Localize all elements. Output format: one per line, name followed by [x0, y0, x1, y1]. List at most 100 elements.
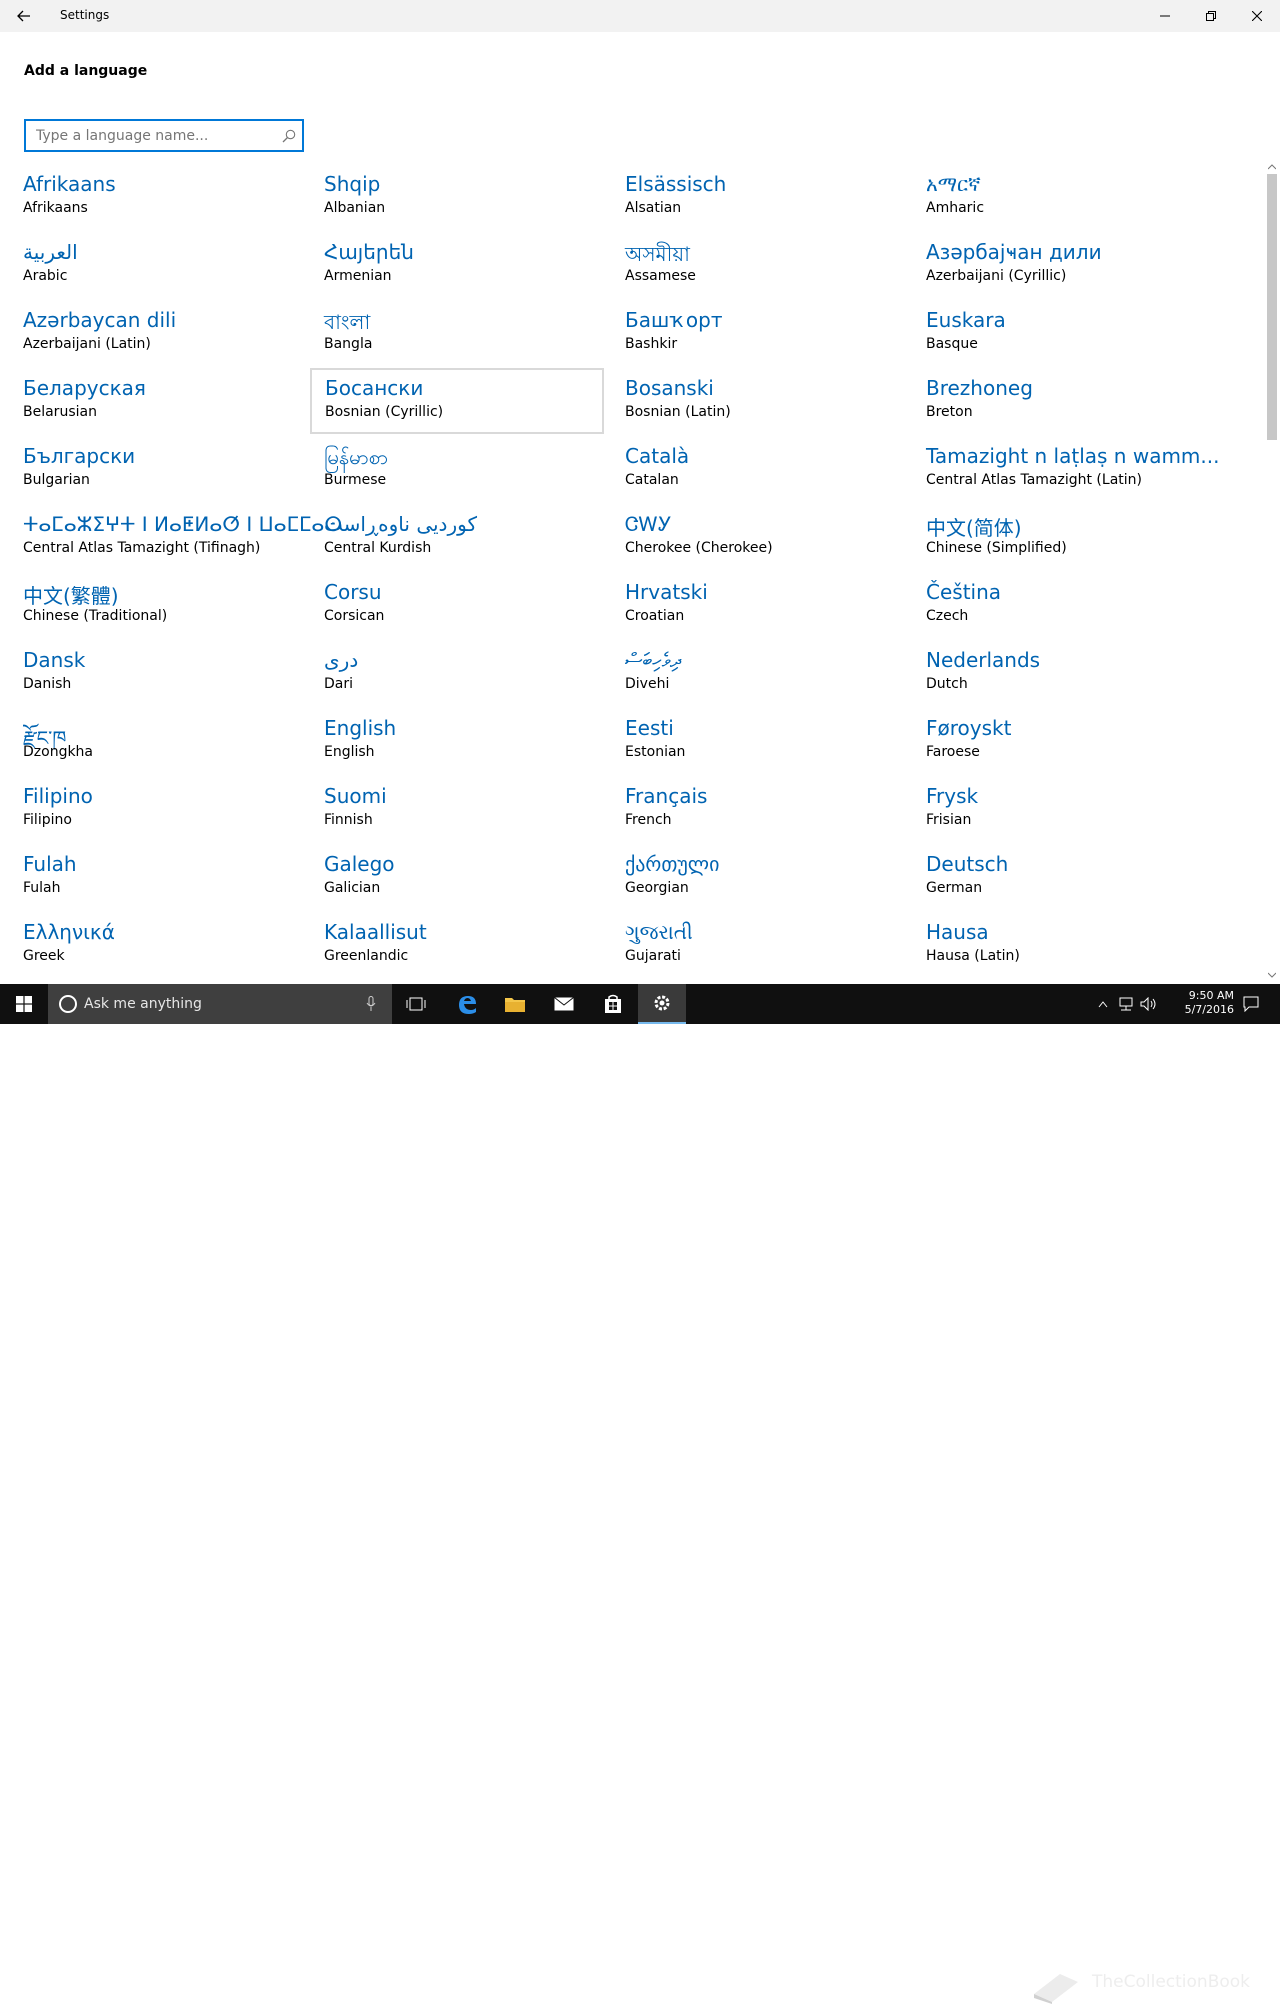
back-button[interactable] [0, 0, 48, 32]
language-item[interactable]: 中文(繁體) Chinese (Traditional) [23, 574, 313, 636]
language-item[interactable]: ދިވެހިބަސް Divehi [625, 642, 915, 704]
language-item[interactable]: Kalaallisut Greenlandic [324, 914, 614, 974]
language-search-input[interactable] [36, 126, 276, 146]
language-item[interactable]: Български Bulgarian [23, 438, 313, 500]
language-english-name: Bashkir [625, 336, 678, 352]
language-item[interactable]: Dansk Danish [23, 642, 313, 704]
language-native-name: አማርኛ [926, 172, 981, 196]
language-item[interactable]: کوردیی ناوەڕاست Central Kurdish [324, 506, 614, 568]
language-item[interactable]: Français French [625, 778, 915, 840]
watermark-text: TheCollectionBook [1092, 1972, 1251, 1992]
network-icon[interactable] [1118, 997, 1134, 1011]
language-item[interactable]: Հայերեն Armenian [324, 234, 614, 296]
language-item[interactable]: Ελληνικά Greek [23, 914, 313, 974]
cortana-search-box[interactable]: Ask me anything [48, 984, 392, 1024]
language-item[interactable]: Fulah Fulah [23, 846, 313, 908]
scroll-down-icon[interactable] [1268, 972, 1276, 978]
minimize-button[interactable] [1142, 0, 1188, 32]
tray-chevron-icon[interactable] [1098, 1000, 1108, 1008]
language-english-name: Finnish [324, 812, 373, 828]
task-view-button[interactable] [392, 984, 440, 1024]
language-item[interactable]: درى Dari [324, 642, 614, 704]
language-native-name: ⵜⴰⵎⴰⵣⵉⵖⵜ ⵏ ⵍⴰⵟⵍⴰⵚ ⵏ ⵡⴰⵎⵎⴰⵙ [23, 512, 343, 536]
close-button[interactable] [1234, 0, 1280, 32]
language-item[interactable]: རྫོང་ཁ Dzongkha [23, 710, 313, 772]
language-item[interactable]: ᏣᎳᎩ Cherokee (Cherokee) [625, 506, 915, 568]
scrollbar-thumb[interactable] [1267, 174, 1277, 440]
taskbar: Ask me anything TheCollectionBook 9:50 A… [0, 984, 1280, 2004]
language-english-name: Alsatian [625, 200, 682, 216]
notification-icon [1243, 996, 1259, 1012]
language-item[interactable]: Башҡорт Bashkir [625, 302, 915, 364]
language-item[interactable]: ქართული Georgian [625, 846, 915, 908]
volume-icon[interactable] [1140, 997, 1158, 1011]
language-item[interactable]: Босански Bosnian (Cyrillic) [310, 368, 604, 434]
restore-button[interactable] [1188, 0, 1234, 32]
language-english-name: Breton [926, 404, 973, 420]
language-english-name: Afrikaans [23, 200, 88, 216]
language-item[interactable]: Elsässisch Alsatian [625, 166, 915, 228]
back-arrow-icon [17, 10, 30, 22]
store-button[interactable] [589, 984, 637, 1024]
language-item[interactable]: Hausa Hausa (Latin) [926, 914, 1216, 974]
vertical-scrollbar[interactable] [1264, 160, 1280, 984]
mail-button[interactable] [540, 984, 588, 1024]
edge-button[interactable] [443, 984, 491, 1024]
language-native-name: ગુજરાતી [625, 920, 693, 944]
language-native-name: Shqip [324, 172, 381, 196]
language-english-name: Arabic [23, 268, 68, 284]
language-native-name: Afrikaans [23, 172, 116, 196]
language-item[interactable]: Euskara Basque [926, 302, 1216, 364]
language-item[interactable]: Suomi Finnish [324, 778, 614, 840]
language-item[interactable]: Brezhoneg Breton [926, 370, 1216, 432]
language-item[interactable]: Беларуская Belarusian [23, 370, 313, 432]
cortana-circle-icon [59, 995, 77, 1013]
language-item[interactable]: አማርኛ Amharic [926, 166, 1216, 228]
language-item[interactable]: ⵜⴰⵎⴰⵣⵉⵖⵜ ⵏ ⵍⴰⵟⵍⴰⵚ ⵏ ⵡⴰⵎⵎⴰⵙ Central Atlas … [23, 506, 342, 568]
language-english-name: Azerbaijani (Cyrillic) [926, 268, 1067, 284]
language-native-name: العربية [23, 240, 78, 264]
clock[interactable]: 9:50 AM 5/7/2016 [1164, 989, 1234, 1017]
language-item[interactable]: العربية Arabic [23, 234, 313, 296]
language-native-name: မြန်မာစာ [324, 445, 389, 469]
search-icon[interactable] [282, 128, 296, 147]
language-native-name: Filipino [23, 784, 93, 808]
language-item[interactable]: ગુજરાતી Gujarati [625, 914, 915, 974]
language-native-name: Føroyskt [926, 716, 1012, 740]
language-native-name: Азәрбајҹан дили [926, 240, 1102, 264]
language-item[interactable]: Frysk Frisian [926, 778, 1216, 840]
close-icon [1252, 11, 1262, 21]
language-item[interactable]: Corsu Corsican [324, 574, 614, 636]
language-item[interactable]: Galego Galician [324, 846, 614, 908]
language-item[interactable]: বাংলা Bangla [324, 302, 614, 364]
scroll-up-icon[interactable] [1268, 164, 1276, 170]
file-explorer-button[interactable] [491, 984, 539, 1024]
language-english-name: Greek [23, 948, 65, 964]
language-item[interactable]: Nederlands Dutch [926, 642, 1216, 704]
language-item[interactable]: Català Catalan [625, 438, 915, 500]
language-item[interactable]: Shqip Albanian [324, 166, 614, 228]
language-item[interactable]: Hrvatski Croatian [625, 574, 915, 636]
language-item[interactable]: Filipino Filipino [23, 778, 313, 840]
microphone-icon[interactable] [366, 996, 376, 1012]
language-item[interactable]: English English [324, 710, 614, 772]
settings-taskbar-button[interactable] [638, 984, 686, 1024]
language-english-name: Greenlandic [324, 948, 409, 964]
start-button[interactable] [0, 984, 48, 1024]
language-item[interactable]: Азәрбајҹан дили Azerbaijani (Cyrillic) [926, 234, 1216, 296]
language-item[interactable]: Tamazight n laṭlaṣ n wamm... Central Atla… [926, 438, 1220, 500]
action-center-button[interactable] [1236, 984, 1266, 1024]
language-item[interactable]: Afrikaans Afrikaans [23, 166, 313, 228]
language-item[interactable]: 中文(简体) Chinese (Simplified) [926, 506, 1216, 568]
language-item[interactable]: မြန်မာစာ Burmese [324, 438, 614, 500]
language-item[interactable]: Azərbaycan dili Azerbaijani (Latin) [23, 302, 313, 364]
language-item[interactable]: Føroyskt Faroese [926, 710, 1216, 772]
language-item[interactable]: Bosanski Bosnian (Latin) [625, 370, 915, 432]
language-item[interactable]: Eesti Estonian [625, 710, 915, 772]
language-search-box[interactable] [24, 119, 304, 152]
language-item[interactable]: অসমীয়া Assamese [625, 234, 915, 296]
language-native-name: Galego [324, 852, 395, 876]
language-item[interactable]: Čeština Czech [926, 574, 1216, 636]
language-item[interactable]: Deutsch German [926, 846, 1216, 908]
language-english-name: Central Atlas Tamazight (Tifinagh) [23, 540, 261, 556]
